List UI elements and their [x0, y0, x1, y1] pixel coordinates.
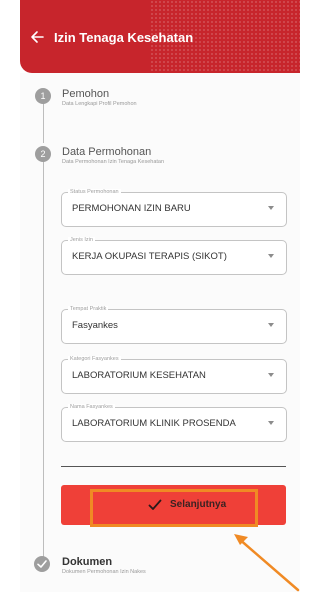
next-button-label[interactable]: Selanjutnya [170, 499, 226, 510]
stepper-line [43, 158, 44, 558]
step-2-indicator[interactable]: 2 [35, 146, 51, 162]
page-title: Izin Tenaga Kesehatan [54, 30, 194, 45]
chevron-down-icon[interactable] [268, 373, 274, 377]
nama-fasyankes-label: Nama Fasyankes [68, 404, 115, 411]
step-1-title[interactable]: Pemohon [62, 88, 109, 100]
kategori-fasyankes-select[interactable]: Kategori Fasyankes LABORATORIUM KESEHATA… [61, 356, 287, 394]
step-2-title[interactable]: Data Permohonan [62, 146, 151, 158]
tempat-praktik-select[interactable]: Tempat Praktik Fasyankes [61, 306, 287, 344]
step-1-subtitle: Data Lengkapi Profil Pemohon [62, 101, 137, 107]
chevron-down-icon[interactable] [268, 206, 274, 210]
app-header: Izin Tenaga Kesehatan [20, 0, 300, 73]
jenis-izin-select[interactable]: Jenis Izin KERJA OKUPASI TERAPIS (SIKOT) [61, 237, 287, 275]
tempat-praktik-value: Fasyankes [72, 320, 118, 331]
chevron-down-icon[interactable] [268, 421, 274, 425]
check-icon [148, 499, 162, 510]
status-permohonan-value: PERMOHONAN IZIN BARU [72, 203, 191, 214]
status-permohonan-select[interactable]: Status Permohonan PERMOHONAN IZIN BARU [61, 189, 287, 227]
jenis-izin-value: KERJA OKUPASI TERAPIS (SIKOT) [72, 251, 227, 262]
check-icon [37, 560, 47, 568]
kategori-fasyankes-label: Kategori Fasyankes [68, 356, 121, 363]
step-2-subtitle: Data Permohonan Izin Tenaga Kesehatan [62, 159, 165, 165]
annotation-arrow [234, 534, 300, 592]
arrow-left-icon[interactable] [30, 30, 44, 44]
step-3-title[interactable]: Dokumen [62, 556, 112, 568]
status-permohonan-label: Status Permohonan [68, 189, 121, 196]
nama-fasyankes-select[interactable]: Nama Fasyankes LABORATORIUM KLINIK PROSE… [61, 404, 287, 442]
form-divider [61, 466, 286, 467]
chevron-down-icon[interactable] [268, 254, 274, 258]
step-3-subtitle: Dokumen Permohonan Izin Nakes [62, 569, 146, 575]
step-3-indicator[interactable] [34, 556, 50, 572]
nama-fasyankes-value: LABORATORIUM KLINIK PROSENDA [72, 418, 236, 429]
tempat-praktik-label: Tempat Praktik [68, 306, 109, 313]
kategori-fasyankes-value: LABORATORIUM KESEHATAN [72, 370, 206, 381]
stepper-line [43, 103, 44, 143]
step-1-indicator[interactable]: 1 [35, 88, 51, 104]
chevron-down-icon[interactable] [268, 323, 274, 327]
jenis-izin-label: Jenis Izin [68, 237, 95, 244]
